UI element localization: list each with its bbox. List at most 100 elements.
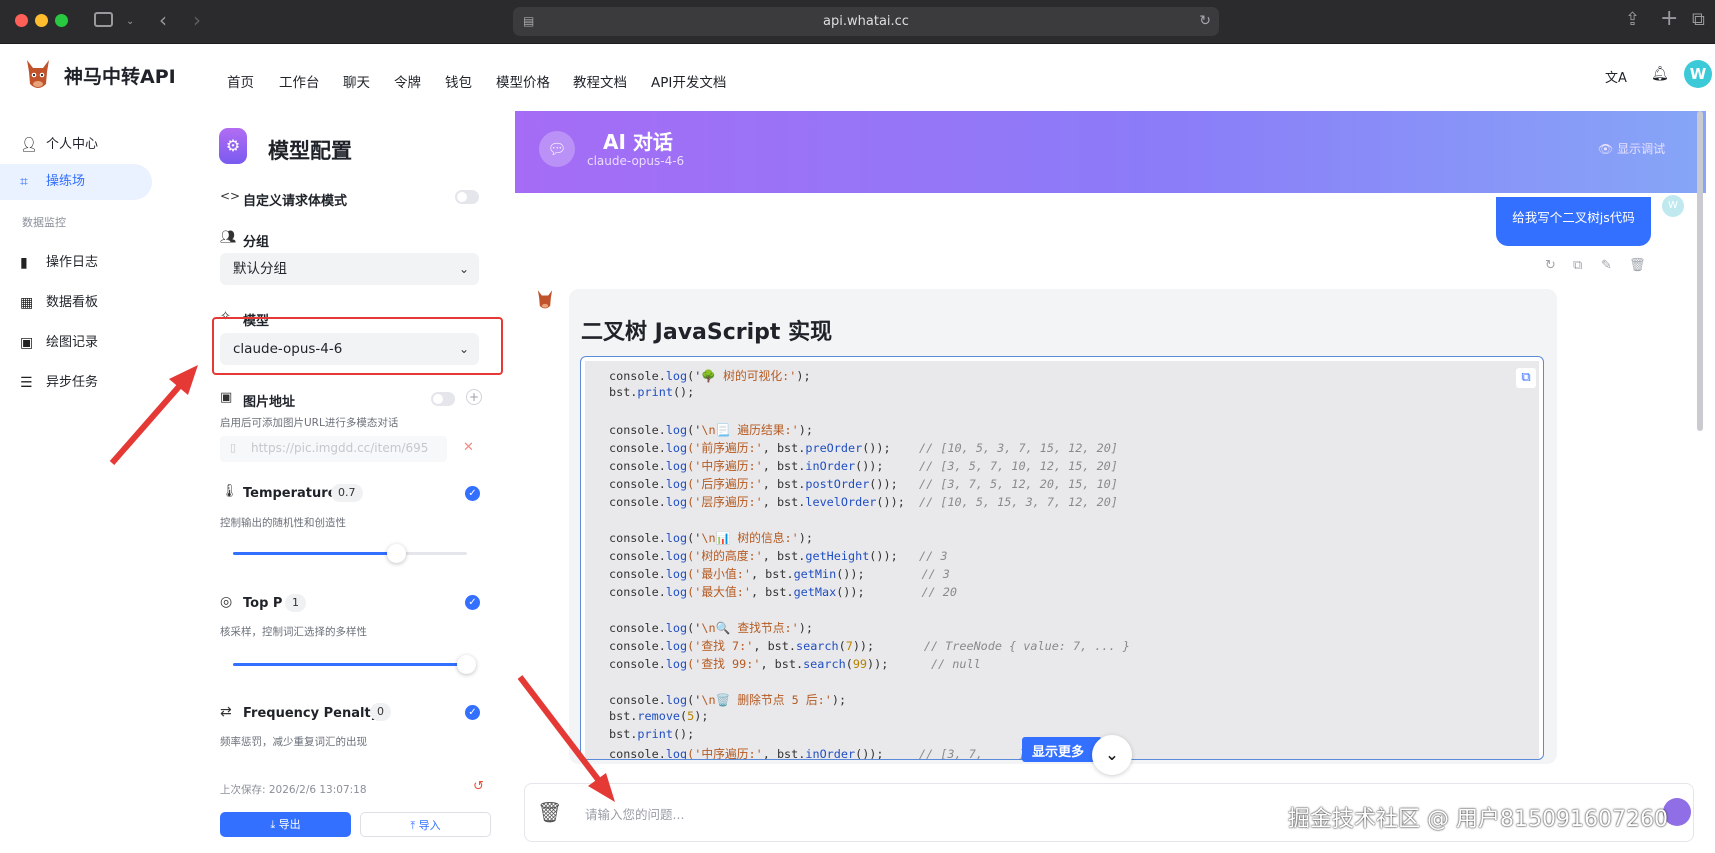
add-image-icon[interactable]: + <box>466 389 482 405</box>
frequency-penalty-check-icon[interactable]: ✓ <box>465 705 480 720</box>
chat-model-name: claude-opus-4-6 <box>587 154 685 168</box>
chevron-down-icon: ⌄ <box>458 262 469 276</box>
reset-icon[interactable]: ↺ <box>473 779 484 794</box>
image-url-icon: ▯ <box>230 441 237 454</box>
frequency-penalty-value: 0 <box>370 703 391 721</box>
image-url-input[interactable]: ▯ https://pic.imgdd.cc/item/695 <box>220 436 447 462</box>
scroll-down-icon[interactable]: ⌄ <box>1092 735 1132 775</box>
chat-title: AI 对话 <box>603 130 673 154</box>
reload-icon[interactable]: ↻ <box>1199 7 1211 36</box>
edit-icon[interactable]: ✎ <box>1601 258 1612 273</box>
custom-body-label: 自定义请求体模式 <box>243 194 348 209</box>
sidebar-item-label: 操作日志 <box>46 255 99 270</box>
nav-tutorial-docs[interactable]: 教程文档 <box>573 71 627 91</box>
custom-body-toggle[interactable] <box>455 190 479 204</box>
code-line: console.log('中序遍历:', bst.inOrder()); // … <box>609 747 1026 760</box>
eye-icon: 👁︎ <box>1598 142 1618 156</box>
user-message-bubble: 给我写个二叉树js代码 <box>1496 197 1651 246</box>
import-button[interactable]: ⤒ 导入 <box>360 812 491 837</box>
chat-input[interactable]: 请输入您的问题... <box>585 804 684 823</box>
temperature-slider-fill <box>233 552 397 555</box>
top-p-value: 1 <box>285 594 306 612</box>
temperature-slider-handle[interactable] <box>386 544 406 563</box>
assistant-avatar <box>534 289 556 311</box>
code-block: console.log('🌳 树的可视化:'); bst.print(); cons… <box>580 356 1544 760</box>
thermometer-icon: 🌡︎ <box>221 484 238 499</box>
sidebar-item-data-dashboard[interactable]: ▦ 数据看板 <box>0 285 152 321</box>
picture-icon: ▣ <box>220 390 233 405</box>
export-button[interactable]: ⤓ 导出 <box>220 812 351 837</box>
sidebar-item-profile[interactable]: 👤︎ 个人中心 <box>0 127 152 163</box>
code-line: console.log('层序遍历:', bst.levelOrder()); … <box>609 495 1118 509</box>
image-url-hint: 启用后可添加图片URL进行多模态对话 <box>220 417 399 429</box>
sidebar-item-label: 操练场 <box>46 174 86 189</box>
code-line: console.log('\n🗑️ 删除节点 5 后:'); <box>609 693 847 707</box>
top-p-check-icon[interactable]: ✓ <box>465 595 480 610</box>
delete-message-icon[interactable]: 🗑︎ <box>1629 258 1646 273</box>
translate-icon[interactable]: 文A <box>1605 67 1627 86</box>
last-saved-text: 上次保存: 2026/2/6 13:07:18 <box>220 784 367 796</box>
code-line: console.log('🌳 树的可视化:'); <box>609 369 811 383</box>
code-line: console.log('后序遍历:', bst.postOrder()); /… <box>609 477 1118 491</box>
frequency-penalty-hint: 频率惩罚，减少重复词汇的出现 <box>220 736 367 748</box>
top-p-slider[interactable] <box>233 655 476 674</box>
code-line: bst.print(); <box>609 385 695 399</box>
gear-icon: ⚙ <box>219 128 247 164</box>
copy-icon[interactable]: ⧉ <box>1573 258 1582 273</box>
share-icon[interactable]: ⇪ <box>1625 11 1640 29</box>
dashboard-icon: ▦ <box>20 295 34 311</box>
remove-image-icon[interactable]: ✕ <box>463 440 474 455</box>
code-line: console.log('\n📃 遍历结果:'); <box>609 423 813 437</box>
sidebar-toggle-icon[interactable] <box>94 12 113 27</box>
new-tab-icon[interactable]: + <box>1660 8 1678 30</box>
import-label: 导入 <box>418 819 441 832</box>
regenerate-icon[interactable]: ↻ <box>1545 258 1556 273</box>
code-line: console.log('前序遍历:', bst.preOrder()); //… <box>609 441 1118 455</box>
top-p-slider-fill <box>233 663 467 666</box>
sidebar-item-drawing-records[interactable]: ▣ 绘图记录 <box>0 325 152 361</box>
image-url-toggle[interactable] <box>431 392 455 406</box>
forward-icon[interactable]: › <box>193 10 201 30</box>
tab-overview-icon[interactable]: ⧉ <box>1692 11 1705 29</box>
sidebar-item-async-tasks[interactable]: ☰ 异步任务 <box>0 365 152 401</box>
site-header: 神马中转API 首页 工作台 聊天 令牌 钱包 模型价格 教程文档 API开发文… <box>0 45 1715 102</box>
nav-api-docs[interactable]: API开发文档 <box>651 71 726 91</box>
copy-code-icon[interactable]: ⧉ <box>1516 368 1536 388</box>
browser-toolbar: ⌄ ‹ › ▤ api.whatai.cc ↻ ⇪ + ⧉ <box>0 0 1715 44</box>
clear-chat-icon[interactable]: 🗑︎ <box>537 800 562 824</box>
notification-bell-icon[interactable]: 🔔︎ <box>1651 66 1669 82</box>
sidebar-item-playground[interactable]: ⌗ 操练场 <box>0 164 152 200</box>
code-line: console.log('查找 7:', bst.search(7)); // … <box>609 639 1130 653</box>
nav-home[interactable]: 首页 <box>227 71 254 91</box>
code-line: bst.remove(5); <box>609 709 709 723</box>
show-more-button[interactable]: 显示更多 <box>1022 737 1102 762</box>
close-window-button[interactable] <box>15 14 28 27</box>
nav-tokens[interactable]: 令牌 <box>394 71 421 91</box>
nav-wallet[interactable]: 钱包 <box>445 71 472 91</box>
top-p-label: Top P <box>243 596 283 611</box>
chevron-down-icon[interactable]: ⌄ <box>126 13 134 31</box>
minimize-window-button[interactable] <box>35 14 48 27</box>
code-line: console.log('\n📊 树的信息:'); <box>609 531 813 545</box>
chat-scrollbar[interactable] <box>1697 111 1703 431</box>
code-line: console.log('树的高度:', bst.getHeight()); /… <box>609 549 948 563</box>
nav-workbench[interactable]: 工作台 <box>279 71 320 91</box>
group-select[interactable]: 默认分组 ⌄ <box>220 253 479 285</box>
back-icon[interactable]: ‹ <box>159 10 167 30</box>
nav-model-pricing[interactable]: 模型价格 <box>496 71 550 91</box>
nav-chat[interactable]: 聊天 <box>343 71 370 91</box>
image-url-label: 图片地址 <box>243 395 296 410</box>
brand-logo[interactable] <box>22 58 54 90</box>
top-p-slider-handle[interactable] <box>457 655 476 674</box>
brand-name[interactable]: 神马中转API <box>64 62 176 89</box>
sidebar-item-operation-log[interactable]: ▮ 操作日志 <box>0 245 152 281</box>
temperature-check-icon[interactable]: ✓ <box>465 486 480 501</box>
code-line: console.log('最小值:', bst.getMin()); // 3 <box>609 567 950 581</box>
maximize-window-button[interactable] <box>55 14 68 27</box>
address-bar[interactable]: ▤ api.whatai.cc ↻ <box>513 7 1219 36</box>
debug-toggle-button[interactable]: 👁︎ 显示调试 <box>1598 140 1665 157</box>
url-text: api.whatai.cc <box>823 14 909 29</box>
temperature-value: 0.7 <box>331 484 363 502</box>
temperature-slider[interactable] <box>233 544 467 563</box>
user-avatar[interactable]: W <box>1684 60 1712 88</box>
